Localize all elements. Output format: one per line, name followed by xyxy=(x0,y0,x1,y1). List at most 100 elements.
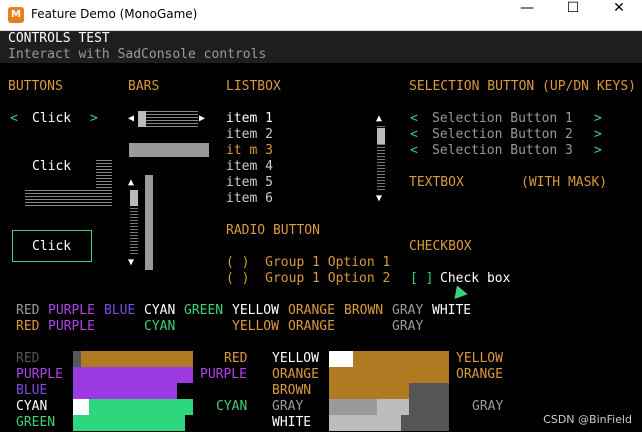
checkbox-heading: CHECKBOX xyxy=(409,239,472,254)
hscroll-left-arrow[interactable]: ◀ xyxy=(128,111,134,127)
listbox-scroll-thumb[interactable] xyxy=(377,128,385,144)
click-button-1[interactable]: Click xyxy=(32,111,71,127)
page-subtitle: Interact with SadConsole controls xyxy=(8,47,267,62)
bar2-right-yellow: YELLOW xyxy=(456,351,503,366)
close-button[interactable]: ✕ xyxy=(596,0,642,30)
selection-right-arrow: > xyxy=(594,111,602,126)
palette-brown: BROWN xyxy=(344,303,384,318)
buttons-heading: BUTTONS xyxy=(8,79,63,94)
bar-label-green: GREEN xyxy=(16,415,56,430)
bar2-label-gray: GRAY xyxy=(272,399,304,414)
watermark: CSDN @BinField xyxy=(543,413,632,426)
bar2-label-orange: ORANGE xyxy=(272,367,319,382)
bar-label-right-cyan: CYAN xyxy=(216,399,248,414)
list-item-selected[interactable]: it m 3 xyxy=(226,143,273,159)
bar-label-right-purple: PURPLE xyxy=(200,367,247,382)
palette-green: GREEN xyxy=(184,303,224,318)
list-item[interactable]: item 6 xyxy=(226,191,273,207)
palette-blue: BLUE xyxy=(104,303,136,318)
gray-bar-track xyxy=(409,399,449,415)
palette2-orange: ORANGE xyxy=(288,319,335,334)
button2-shadow-right xyxy=(96,158,112,206)
listbox-down-arrow[interactable]: ▼ xyxy=(376,191,382,207)
palette-purple: PURPLE xyxy=(48,303,95,318)
listbox-heading: LISTBOX xyxy=(226,79,281,94)
textbox-heading: TEXTBOX xyxy=(409,175,464,190)
palette-gray: GRAY xyxy=(392,303,424,318)
list-item[interactable]: item 5 xyxy=(226,175,273,191)
purple-bar xyxy=(73,367,193,383)
hscroll-right-arrow[interactable]: ▶ xyxy=(199,111,205,127)
radio-heading: RADIO BUTTON xyxy=(226,223,320,238)
horizontal-scroll-thumb[interactable] xyxy=(138,111,146,127)
selection-button-2[interactable]: Selection Button 2 xyxy=(432,127,573,143)
vertical-scroll-thumb[interactable] xyxy=(130,190,138,206)
window-title: Feature Demo (MonoGame) xyxy=(31,7,198,21)
palette-cyan: CYAN xyxy=(144,303,176,318)
button1-left-arrow: < xyxy=(10,111,18,126)
palette-red: RED xyxy=(16,303,40,318)
list-item[interactable]: item 4 xyxy=(226,159,273,175)
minimize-button[interactable]: — xyxy=(504,0,550,30)
cyan-bar xyxy=(89,399,193,415)
yellow-bar xyxy=(353,351,449,367)
list-item[interactable]: item 2 xyxy=(226,127,273,143)
bar2-label-white: WHITE xyxy=(272,415,312,430)
palette-yellow: YELLOW xyxy=(232,303,279,318)
palette-orange: ORANGE xyxy=(288,303,335,318)
palette-white: WHITE xyxy=(432,303,472,318)
bars-heading: BARS xyxy=(128,79,160,94)
selection-left-arrow: < xyxy=(410,111,418,126)
bar2-right-gray: GRAY xyxy=(472,399,504,414)
palette2-gray: GRAY xyxy=(392,319,424,334)
page-title: CONTROLS TEST xyxy=(8,31,110,46)
palette2-red: RED xyxy=(16,319,40,334)
bar2-label-brown: BROWN xyxy=(272,383,312,398)
textbox-mask-heading: (WITH MASK) xyxy=(521,175,608,190)
red-bar xyxy=(81,351,193,367)
vscroll-up-arrow[interactable]: ▲ xyxy=(128,175,134,191)
bar-label-blue: BLUE xyxy=(16,383,48,398)
palette2-purple: PURPLE xyxy=(48,319,95,334)
vscroll-down-arrow[interactable]: ▼ xyxy=(128,255,134,271)
bar-label-purple: PURPLE xyxy=(16,367,63,382)
gray-bar-light xyxy=(377,399,409,415)
selection-button-3[interactable]: Selection Button 3 xyxy=(432,143,573,159)
progress-bar xyxy=(129,143,209,157)
selection-left-arrow: < xyxy=(410,143,418,158)
selection-right-arrow: > xyxy=(594,143,602,158)
list-item[interactable]: item 1 xyxy=(226,111,273,127)
gray-bar xyxy=(329,399,377,415)
selection-button-1[interactable]: Selection Button 1 xyxy=(432,111,573,127)
click-button-2[interactable]: Click xyxy=(32,159,71,175)
red-bar-cap xyxy=(73,351,81,367)
bar2-right-orange: ORANGE xyxy=(456,367,503,382)
selection-right-arrow: > xyxy=(594,127,602,142)
bar2-label-yellow: YELLOW xyxy=(272,351,319,366)
click-button-3[interactable]: Click xyxy=(32,239,71,255)
green-bar xyxy=(73,415,185,431)
white-bar xyxy=(329,415,401,431)
white-bar-track xyxy=(401,415,449,431)
brown-bar-track xyxy=(409,383,449,399)
app-window: M Feature Demo (MonoGame) — ☐ ✕ CONTROLS… xyxy=(0,0,642,432)
button1-right-arrow: > xyxy=(90,111,98,126)
bar-label-right-red: RED xyxy=(224,351,248,366)
palette2-cyan: CYAN xyxy=(144,319,176,334)
checkbox-label[interactable]: Check box xyxy=(440,271,510,287)
maximize-button[interactable]: ☐ xyxy=(550,0,596,30)
radio-option-2[interactable]: ( ) Group 1 Option 2 xyxy=(226,271,390,287)
cyan-bar-cap xyxy=(73,399,89,415)
bar-label-cyan: CYAN xyxy=(16,399,48,414)
horizontal-scrollbar[interactable] xyxy=(138,111,198,127)
listbox-up-arrow[interactable]: ▲ xyxy=(376,111,382,127)
checkbox-box[interactable]: [ ] xyxy=(410,271,433,287)
radio-option-1[interactable]: ( ) Group 1 Option 1 xyxy=(226,255,390,271)
bar-label-red: RED xyxy=(16,351,40,366)
brown-bar xyxy=(329,383,409,399)
orange-bar xyxy=(329,367,449,383)
vertical-progress-bar xyxy=(145,175,153,270)
blue-bar xyxy=(73,383,177,399)
selection-left-arrow: < xyxy=(410,127,418,142)
yellow-bar-cap xyxy=(329,351,353,367)
